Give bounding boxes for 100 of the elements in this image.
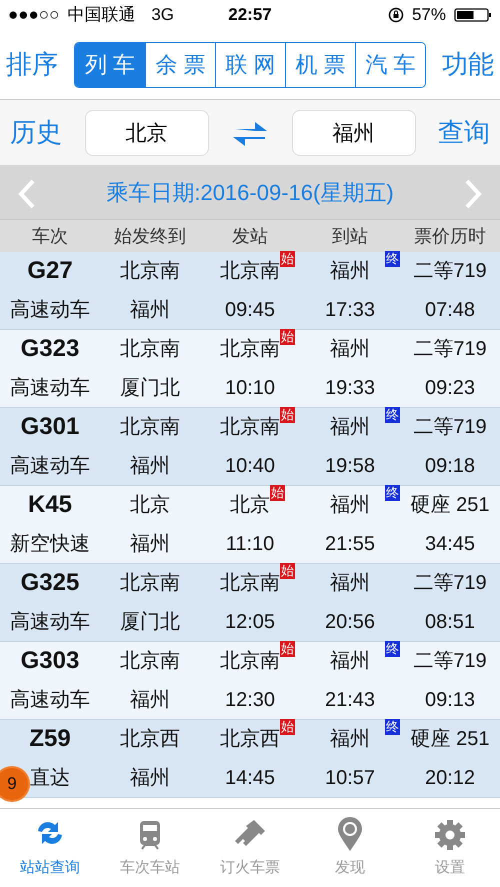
table-cell-text: 福州 — [330, 649, 370, 674]
table-cell-text: 20:56 — [324, 610, 376, 635]
table-cell-text: 34:45 — [424, 532, 476, 557]
column-header: 票价历时 — [413, 224, 487, 248]
table-cell-text: 硬座 251 — [410, 727, 490, 752]
tab-bar-item[interactable]: 设置 — [400, 809, 500, 887]
table-cell-text: 19:33 — [324, 376, 376, 401]
end-tag: 终 — [385, 485, 400, 502]
end-tag: 终 — [385, 407, 400, 424]
history-button[interactable]: 历史 — [10, 113, 62, 152]
end-tag: 终 — [385, 719, 400, 736]
table-cell-text: 09:23 — [424, 376, 476, 401]
table-cell-text: 10:57 — [324, 766, 376, 791]
segment-tab[interactable]: 列 车 — [75, 42, 145, 86]
battery-icon — [454, 7, 492, 23]
tab-bar-item[interactable]: 发现 — [300, 809, 400, 887]
start-tag: 始 — [280, 641, 295, 658]
table-cell-text: 21:55 — [324, 532, 376, 557]
table-cell-text: 二等719 — [413, 649, 487, 674]
table-cell-text: 福州 — [330, 415, 370, 440]
rotation-lock-icon — [388, 7, 404, 23]
end-tag: 终 — [385, 641, 400, 658]
table-cell-text: 直达 — [30, 766, 70, 791]
start-tag: 始 — [280, 563, 295, 580]
table-cell-text: 北京南 — [120, 259, 180, 284]
from-city-field[interactable]: 北京 — [84, 110, 208, 156]
chevron-right-icon — [464, 178, 482, 209]
table-cell-text: G301 — [20, 412, 80, 442]
table-cell-text: 福州 — [130, 298, 170, 323]
start-tag: 始 — [270, 485, 285, 502]
table-cell-text: 高速动车 — [10, 376, 90, 401]
table-cell-text: 二等719 — [413, 337, 487, 362]
end-tag: 终 — [385, 251, 400, 268]
table-cell-text: Z59 — [29, 724, 71, 754]
table-cell-text: 福州 — [330, 259, 370, 284]
table-cell-text: G27 — [27, 256, 73, 286]
column-header: 发站 — [231, 224, 269, 248]
table-cell-text: 北京南 — [120, 337, 180, 362]
table-cell-text: 二等719 — [413, 259, 487, 284]
tab-label: 订火车票 — [220, 858, 280, 878]
table-cell: 北京西 — [220, 728, 280, 750]
table-cell-text: 福州 — [330, 571, 370, 596]
signal-dots: ●●●○○ — [8, 4, 60, 26]
table-cell-text: 福州 — [130, 766, 170, 791]
table-cell-text: 北京南 — [120, 571, 180, 596]
table-cell-text: G325 — [20, 568, 80, 598]
table-cell-text: 10:40 — [224, 454, 276, 479]
table-cell-text: 08:51 — [424, 610, 476, 635]
table-cell-text: 高速动车 — [10, 454, 90, 479]
table-cell-text: 北京西 — [120, 727, 180, 752]
tab-bar-item[interactable]: 车次车站 — [100, 809, 200, 887]
count-badge: 9 — [0, 768, 28, 800]
to-city-field[interactable]: 福州 — [292, 110, 416, 156]
start-tag: 始 — [280, 407, 295, 424]
table-cell-text: 09:45 — [224, 298, 276, 323]
sort-button[interactable]: 排序 — [6, 45, 58, 84]
network-type: 3G — [151, 4, 174, 26]
table-cell-text: 高速动车 — [10, 298, 90, 323]
tab-bar-item[interactable]: 订火车票 — [200, 809, 300, 887]
table-cell-text: K45 — [28, 490, 72, 520]
table-cell-text: 09:18 — [424, 454, 476, 479]
segment-tab[interactable]: 汽 车 — [355, 42, 425, 86]
function-button[interactable]: 功能 — [442, 45, 494, 84]
table-cell-text: 17:33 — [324, 298, 376, 323]
status-time: 22:57 — [227, 4, 273, 26]
chevron-left-icon — [18, 178, 36, 209]
table-cell-text: G323 — [20, 334, 80, 364]
column-header: 始发终到 — [113, 224, 187, 248]
table-cell-text: 09:13 — [424, 688, 476, 713]
start-tag: 始 — [280, 329, 295, 346]
table-cell-text: 福州 — [330, 727, 370, 752]
table-cell-text: 二等719 — [413, 571, 487, 596]
table-cell-text: 高速动车 — [10, 688, 90, 713]
table-cell-text: 厦门北 — [120, 376, 180, 401]
table-cell-text: 福州 — [330, 337, 370, 362]
table-cell: 北京南 — [220, 572, 280, 594]
start-tag: 始 — [280, 719, 295, 736]
tab-label: 设置 — [435, 858, 465, 878]
query-button[interactable]: 查询 — [438, 113, 490, 152]
travel-date: 乘车日期:2016-09-16(星期五) — [106, 178, 394, 206]
tab-label: 站站查询 — [20, 858, 80, 878]
column-header: 到站 — [331, 224, 369, 248]
table-cell-text: 硬座 251 — [410, 493, 490, 518]
carrier-name: 中国联通 — [67, 4, 136, 26]
tab-bar-item[interactable]: 站站查询 — [0, 809, 100, 887]
table-cell: 北京南 — [220, 260, 280, 282]
table-cell-text: 新空快速 — [10, 532, 90, 557]
table-cell-text: 福州 — [130, 688, 170, 713]
table-cell: 北京南 — [220, 650, 280, 672]
table-cell-text: 14:45 — [224, 766, 276, 791]
table-cell-text: 12:05 — [224, 610, 276, 635]
table-cell-text: 北京南 — [120, 649, 180, 674]
table-cell-text: 福州 — [330, 493, 370, 518]
table-cell-text: 21:43 — [324, 688, 376, 713]
column-header: 车次 — [31, 224, 69, 248]
table-cell-text: 20:12 — [424, 766, 476, 791]
table-cell-text: 12:30 — [224, 688, 276, 713]
table-cell-text: 福州 — [130, 454, 170, 479]
tab-label: 发现 — [335, 858, 365, 878]
table-cell-text: 10:10 — [224, 376, 276, 401]
